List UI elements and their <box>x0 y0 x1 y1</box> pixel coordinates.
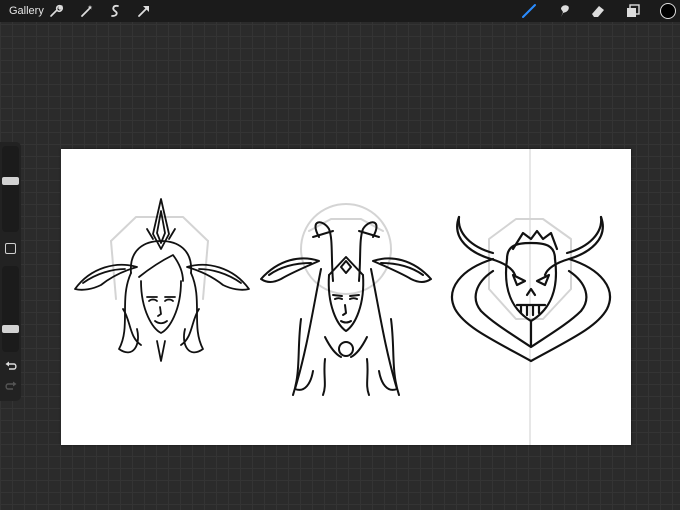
top-toolbar: Gallery <box>0 0 680 22</box>
brush-opacity-thumb[interactable] <box>2 325 19 333</box>
layers-icon[interactable] <box>625 3 641 19</box>
brush-size-slider[interactable] <box>2 146 19 232</box>
magic-wand-icon[interactable] <box>79 3 95 19</box>
modify-button[interactable] <box>5 243 16 254</box>
eraser-icon[interactable] <box>590 3 606 19</box>
brush-size-thumb[interactable] <box>2 177 19 185</box>
drawing-canvas[interactable] <box>61 149 631 445</box>
undo-button[interactable] <box>4 360 18 374</box>
selection-icon[interactable] <box>107 3 123 19</box>
color-swatch[interactable] <box>660 3 676 19</box>
smudge-icon[interactable] <box>556 3 572 19</box>
redo-button[interactable] <box>4 380 18 394</box>
gallery-button[interactable]: Gallery <box>9 5 44 17</box>
horned-woman-portrait-drawing <box>260 203 432 396</box>
brush-icon[interactable] <box>521 3 537 19</box>
transform-arrow-icon[interactable] <box>136 3 152 19</box>
angel-portrait-drawing <box>74 198 250 362</box>
brush-opacity-slider[interactable] <box>2 266 19 352</box>
wrench-icon[interactable] <box>48 3 64 19</box>
demon-mask-drawing <box>450 215 612 363</box>
left-sidebar <box>0 142 21 401</box>
